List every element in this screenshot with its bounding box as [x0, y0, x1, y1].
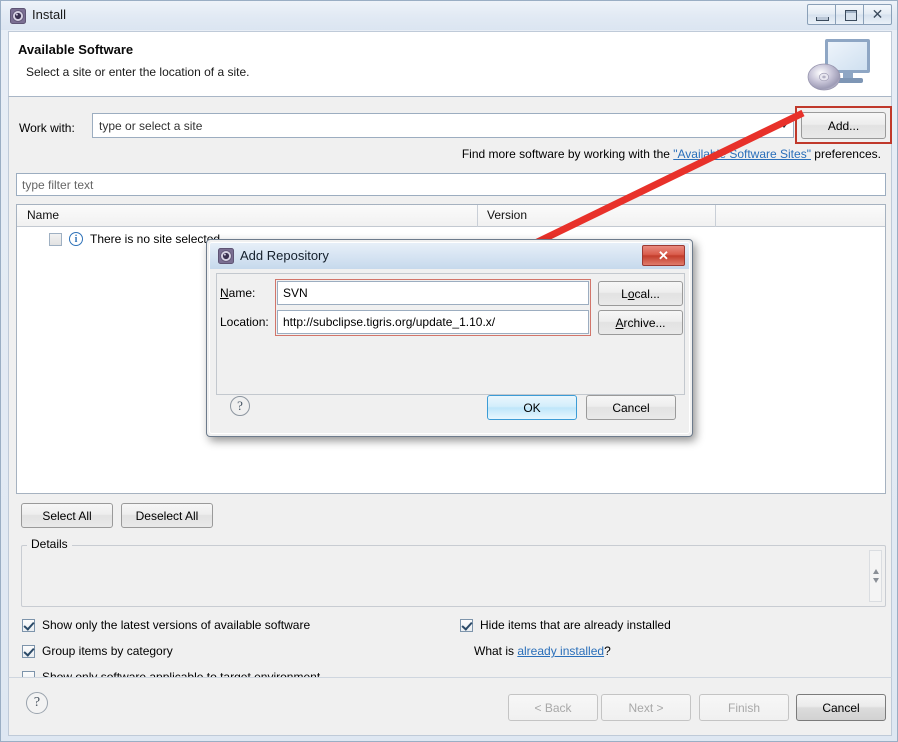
close-button[interactable]: ✕	[863, 4, 892, 25]
details-panel	[21, 545, 886, 607]
back-button[interactable]: < Back	[508, 694, 598, 721]
archive-label-post: rchive...	[623, 315, 666, 330]
window-title: Install	[32, 7, 66, 22]
cancel-button[interactable]: Cancel	[796, 694, 886, 721]
ok-button[interactable]: OK	[487, 395, 577, 420]
name-label-text: ame:	[228, 286, 256, 300]
select-all-button[interactable]: Select All	[21, 503, 113, 528]
add-button[interactable]: Add...	[801, 112, 886, 139]
scroll-down-icon[interactable]	[873, 578, 879, 583]
dialog-title: Add Repository	[240, 248, 329, 263]
row-checkbox[interactable]	[49, 232, 62, 246]
minimize-button[interactable]	[807, 4, 836, 25]
column-header-name[interactable]: Name	[27, 208, 59, 222]
filter-placeholder: type filter text	[22, 178, 94, 192]
finish-button[interactable]: Finish	[699, 694, 789, 721]
local-label-post: cal...	[634, 286, 660, 301]
column-divider-1[interactable]	[477, 205, 478, 227]
dialog-titlebar: Add Repository ✕	[210, 243, 689, 269]
maximize-button[interactable]	[835, 4, 864, 25]
window-controls: ✕	[807, 4, 892, 25]
row-label: There is no site selected.	[90, 232, 224, 246]
table-header-row: Name Version	[17, 205, 885, 227]
option-label: Hide items that are already installed	[480, 618, 671, 632]
chevron-down-icon[interactable]	[780, 123, 788, 128]
name-input[interactable]: SVN	[277, 281, 589, 305]
archive-label-mnemonic: A	[615, 315, 624, 330]
window-titlebar: Install ✕	[1, 1, 897, 30]
details-scrollbar[interactable]	[869, 550, 882, 602]
what-is-prefix: What is	[474, 644, 518, 658]
local-button[interactable]: Lo cal...	[598, 281, 683, 306]
close-icon: ✕	[871, 7, 884, 23]
scroll-up-icon[interactable]	[873, 569, 879, 574]
already-installed-link[interactable]: already installed	[517, 644, 604, 658]
location-field-label: Location:	[220, 315, 269, 329]
column-header-version[interactable]: Version	[487, 208, 527, 222]
eclipse-install-icon	[218, 248, 234, 264]
checkbox-icon[interactable]	[460, 618, 473, 632]
eclipse-install-icon	[10, 8, 26, 24]
work-with-label: Work with:	[19, 121, 75, 135]
find-more-prefix: Find more software by working with the	[461, 147, 674, 161]
dialog-help-icon[interactable]: ?	[230, 396, 250, 416]
location-input[interactable]: http://subclipse.tigris.org/update_1.10.…	[277, 310, 589, 334]
option-group-by-category[interactable]: Group items by category	[22, 644, 173, 658]
name-field-label: Name:	[220, 286, 255, 300]
page-subtitle: Select a site or enter the location of a…	[26, 65, 250, 79]
page-title: Available Software	[18, 42, 134, 57]
available-software-sites-link[interactable]: "Available Software Sites"	[673, 147, 811, 161]
details-legend: Details	[27, 537, 72, 551]
local-label-pre: L	[621, 286, 628, 301]
what-is-suffix: ?	[604, 644, 611, 658]
work-with-placeholder: type or select a site	[99, 119, 203, 133]
option-hide-installed-items[interactable]: Hide items that are already installed	[460, 618, 671, 632]
filter-input[interactable]: type filter text	[16, 173, 886, 196]
wizard-header: Available Software Select a site or ente…	[8, 31, 892, 97]
what-is-already-installed-hint: What is already installed?	[474, 644, 611, 658]
find-more-suffix: preferences.	[810, 147, 881, 161]
find-more-software-hint: Find more software by working with the "…	[462, 147, 881, 161]
dialog-close-button[interactable]: ✕	[642, 245, 685, 266]
info-icon: i	[69, 232, 83, 246]
help-icon[interactable]: ?	[26, 692, 48, 714]
option-show-latest-versions[interactable]: Show only the latest versions of availab…	[22, 618, 310, 632]
option-label: Group items by category	[42, 644, 173, 658]
monitor-disc-icon	[807, 39, 870, 91]
archive-button[interactable]: Archive...	[598, 310, 683, 335]
checkbox-icon[interactable]	[22, 644, 35, 658]
local-label-mnemonic: o	[627, 286, 635, 301]
deselect-all-button[interactable]: Deselect All	[121, 503, 213, 528]
dialog-cancel-button[interactable]: Cancel	[586, 395, 676, 420]
work-with-combo[interactable]: type or select a site	[92, 113, 794, 138]
name-label-mnemonic: N	[220, 286, 229, 300]
column-divider-2[interactable]	[715, 205, 716, 227]
close-icon: ✕	[658, 247, 669, 263]
checkbox-icon[interactable]	[22, 618, 35, 632]
wizard-footer: ? < Back Next > Finish Cancel	[8, 677, 892, 736]
option-label: Show only the latest versions of availab…	[42, 618, 311, 632]
next-button[interactable]: Next >	[601, 694, 691, 721]
add-repository-dialog: Add Repository ✕ Name: Location: SVN htt…	[206, 239, 693, 437]
